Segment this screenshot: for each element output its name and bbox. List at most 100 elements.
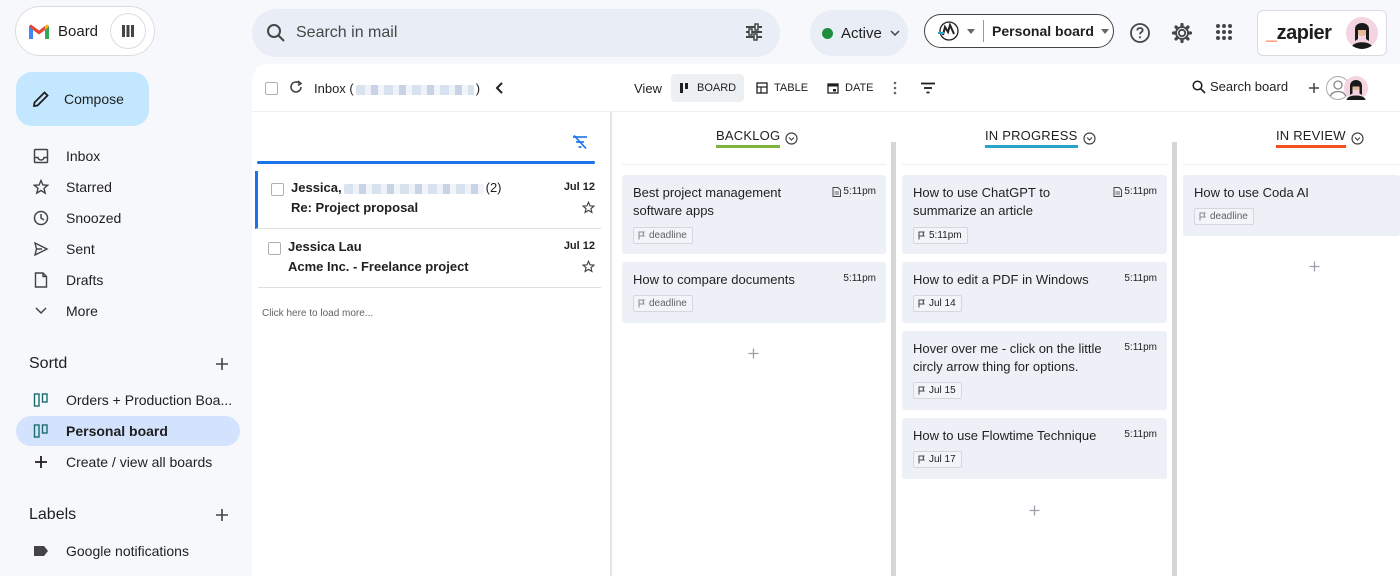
board-card[interactable]: How to edit a PDF in Windows 5:11pm Jul … (902, 262, 1167, 323)
panel-divider (610, 112, 612, 576)
email-date: Jul 12 (563, 240, 595, 252)
inbox-count[interactable]: Inbox () (314, 81, 480, 96)
board-card[interactable]: How to use ChatGPT to summarize an artic… (902, 175, 1167, 254)
flag-icon (918, 455, 925, 464)
board-selector[interactable]: Personal board (924, 14, 1114, 48)
column-menu-icon (1082, 131, 1096, 145)
collapse-left-icon[interactable] (495, 82, 503, 94)
filter-off-icon[interactable] (572, 135, 588, 149)
column-header-in-review[interactable]: IN REVIEW (1276, 128, 1364, 148)
view-date-button[interactable]: DATE (819, 74, 882, 102)
add-card-icon[interactable] (1029, 505, 1040, 516)
board-toggle-button[interactable] (110, 13, 146, 49)
board-view-icon (680, 83, 688, 93)
filter-icon[interactable] (920, 82, 936, 94)
user-avatar[interactable] (1346, 17, 1378, 49)
column-menu-icon (1351, 131, 1364, 145)
email-checkbox[interactable] (268, 242, 281, 255)
sortd-section-title: Sortd (29, 355, 68, 372)
card-tag[interactable]: deadline (633, 227, 693, 244)
apps-grid-icon[interactable] (1215, 23, 1233, 41)
chevron-down-icon (890, 30, 900, 36)
board-card[interactable]: Best project management software apps 5:… (622, 175, 886, 254)
search-icon[interactable] (266, 23, 286, 43)
document-icon (832, 186, 842, 197)
board-card[interactable]: How to use Coda AI deadline (1183, 175, 1400, 236)
board-icon (32, 423, 50, 439)
sidebar-item-snoozed[interactable]: Snoozed (16, 203, 240, 233)
column-header-rule (902, 164, 1167, 165)
flag-icon (638, 231, 645, 240)
help-icon[interactable] (1129, 22, 1151, 44)
calendar-icon (827, 83, 839, 94)
sidebar-item-more[interactable]: More (16, 296, 240, 326)
email-row[interactable]: Jessica, (2) Re: Project proposal Jul 12 (255, 171, 601, 229)
settings-gear-icon[interactable] (1171, 22, 1193, 44)
card-tag[interactable]: Jul 17 (913, 451, 962, 468)
add-board-icon[interactable] (214, 356, 230, 372)
flag-icon (1199, 212, 1206, 221)
divider (983, 20, 984, 42)
email-list-indicator (257, 161, 595, 164)
more-vert-icon[interactable] (893, 81, 897, 95)
magnifier-icon (1192, 79, 1206, 94)
board-card[interactable]: How to compare documents 5:11pm deadline (622, 262, 886, 323)
mail-search-bar[interactable] (252, 9, 780, 57)
view-table-button[interactable]: TABLE (748, 74, 816, 102)
draft-icon (32, 272, 50, 288)
top-bar: Board Active Personal board (0, 0, 1400, 64)
add-member-icon[interactable] (1308, 82, 1320, 94)
sidebar-label-google-notifications[interactable]: Google notifications (16, 536, 240, 566)
column-divider (891, 142, 896, 576)
add-label-icon[interactable] (214, 507, 230, 523)
email-checkbox[interactable] (271, 183, 284, 196)
sidebar-item-inbox[interactable]: Inbox (16, 141, 240, 171)
board-toolbar: Inbox () View BOARD TABLE DATE Search bo… (252, 64, 1400, 112)
search-input[interactable] (296, 24, 716, 42)
sidebar-board-orders[interactable]: Orders + Production Boa... (16, 385, 240, 415)
sidebar-item-starred[interactable]: Starred (16, 172, 240, 202)
member-avatars[interactable] (1325, 75, 1369, 101)
board-card[interactable]: Hover over me - click on the little circ… (902, 331, 1167, 410)
card-time: 5:11pm (1113, 186, 1157, 197)
search-board[interactable]: Search board (1192, 79, 1288, 94)
redacted-text (343, 183, 484, 194)
card-tag[interactable]: deadline (633, 295, 693, 312)
document-icon (1113, 186, 1123, 197)
card-tag[interactable]: deadline (1194, 208, 1254, 225)
refresh-icon[interactable] (289, 80, 303, 94)
account-brand[interactable]: _zapier (1257, 10, 1387, 56)
email-subject: Re: Project proposal (291, 200, 419, 215)
add-card-icon[interactable] (1309, 261, 1320, 272)
app-switcher[interactable]: Board (15, 6, 155, 56)
card-title: How to use Coda AI (1194, 185, 1309, 200)
search-options-icon[interactable] (744, 22, 764, 42)
column-header-rule (622, 164, 886, 165)
load-more-link[interactable]: Click here to load more... (262, 308, 373, 319)
pencil-icon (32, 90, 50, 108)
sidebar-create-boards[interactable]: Create / view all boards (16, 447, 240, 477)
select-all-checkbox[interactable] (265, 82, 278, 95)
sidebar-item-sent[interactable]: Sent (16, 234, 240, 264)
columns-icon (122, 25, 134, 37)
email-row[interactable]: Jessica Lau Acme Inc. - Freelance projec… (258, 230, 601, 288)
view-board-button[interactable]: BOARD (671, 74, 745, 102)
card-tag[interactable]: Jul 14 (913, 295, 962, 312)
board-card[interactable]: How to use Flowtime Technique 5:11pm Jul… (902, 418, 1167, 479)
sidebar-item-drafts[interactable]: Drafts (16, 265, 240, 295)
column-header-in-progress[interactable]: IN PROGRESS (985, 128, 1096, 148)
send-icon (32, 241, 50, 257)
star-icon[interactable] (582, 201, 595, 214)
card-tag[interactable]: 5:11pm (913, 227, 968, 244)
star-icon[interactable] (582, 260, 595, 273)
card-tag[interactable]: Jul 15 (913, 382, 962, 399)
compose-button[interactable]: Compose (16, 72, 149, 126)
caret-icon (967, 28, 975, 34)
sidebar-board-personal[interactable]: Personal board (16, 416, 240, 446)
status-selector[interactable]: Active (810, 10, 908, 56)
caret-down-icon (1100, 28, 1109, 34)
flag-icon (638, 299, 645, 308)
add-card-icon[interactable] (748, 348, 759, 359)
column-header-backlog[interactable]: BACKLOG (716, 128, 798, 148)
zapier-logo: _zapier (1266, 21, 1332, 44)
